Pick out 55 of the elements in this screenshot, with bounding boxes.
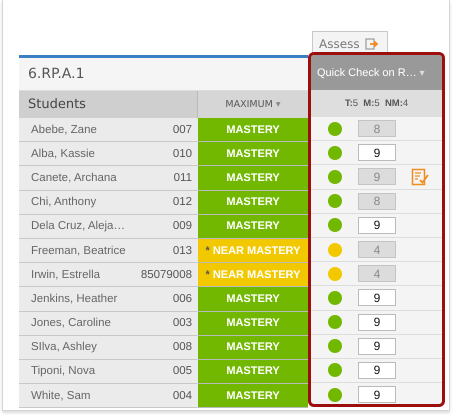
mastery-cell: MASTERY (198, 190, 308, 215)
assessment-dropdown[interactable]: Quick Check on R… ▾ (311, 55, 442, 90)
score-field[interactable]: 9 (358, 144, 396, 162)
student-name: Abebe, Zane (31, 124, 97, 136)
student-name: Alba, Kassie (31, 148, 95, 160)
mastery-cell: MASTERY (198, 287, 308, 312)
mastery-cell: MASTERY (198, 118, 308, 142)
student-name: Jones, Caroline (31, 317, 111, 330)
student-id: 007 (172, 124, 192, 136)
student-id: 85079008 (140, 268, 192, 281)
mastery-cell: MASTERY (198, 336, 308, 360)
score-field[interactable]: 4 (358, 241, 396, 258)
mastery-cell: * NEAR MASTERY (198, 263, 308, 288)
student-name: Canete, Archana (31, 172, 117, 184)
score-summary: T:5 M:5 NM:4 (344, 98, 408, 109)
score-field[interactable]: 9 (358, 362, 396, 379)
student-id: 013 (172, 244, 192, 257)
student-id: 009 (172, 220, 192, 232)
student-id: 005 (172, 365, 192, 378)
student-id: 006 (172, 292, 192, 305)
score-field[interactable]: 9 (358, 338, 396, 355)
mastery-cell: MASTERY (198, 214, 308, 239)
mastery-cell: MASTERY (198, 312, 308, 336)
maximum-sort-button[interactable]: MAXIMUM ▾ (198, 91, 308, 118)
student-id: 010 (172, 148, 192, 160)
student-name: Jenkins, Heather (31, 292, 118, 305)
score-field[interactable]: 9 (358, 314, 396, 331)
score-field[interactable]: 9 (358, 386, 396, 404)
score-field[interactable]: 8 (358, 120, 396, 138)
student-name: SIlva, Ashley (31, 341, 97, 354)
student-name: White, Sam (31, 390, 90, 402)
score-field[interactable]: 9 (358, 168, 396, 186)
student-id: 011 (174, 172, 192, 184)
export-icon (364, 38, 379, 50)
student-name: Chi, Anthony (31, 196, 96, 208)
student-id: 008 (172, 341, 192, 354)
mastery-cell: MASTERY (198, 360, 308, 384)
checklist-icon[interactable] (411, 168, 429, 186)
student-id: 012 (172, 196, 192, 208)
mastery-cell: MASTERY (198, 384, 308, 408)
student-name: Freeman, Beatrice (31, 244, 126, 257)
student-name: Tiponi, Nova (31, 365, 96, 378)
student-id: 004 (172, 390, 192, 402)
mastery-cell: * NEAR MASTERY (198, 238, 308, 264)
score-field[interactable]: 9 (358, 289, 396, 306)
score-field[interactable]: 4 (358, 265, 396, 282)
standard-title: 6.RP.A.1 (28, 66, 84, 82)
student-id: 003 (172, 317, 192, 330)
student-name: Dela Cruz, Aleja… (31, 220, 125, 232)
students-heading: Students (28, 97, 86, 112)
student-name: Irwin, Estrella (31, 268, 100, 281)
score-field[interactable]: 9 (358, 216, 396, 234)
mastery-cell: MASTERY (198, 142, 308, 166)
mastery-cell: MASTERY (198, 166, 308, 191)
score-field[interactable]: 8 (358, 192, 396, 210)
